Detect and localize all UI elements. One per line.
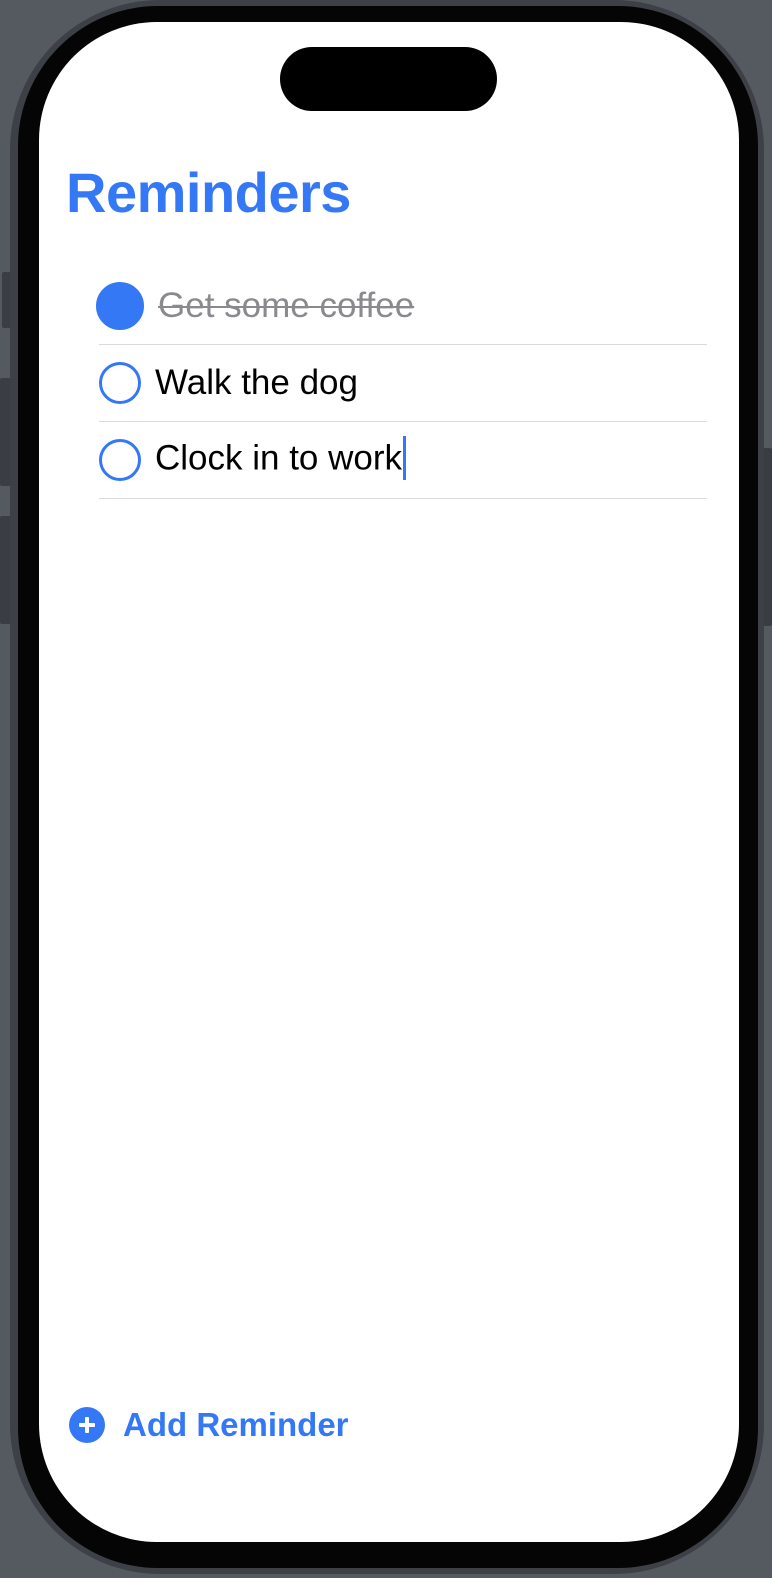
reminder-text[interactable]: Get some coffee bbox=[158, 286, 414, 326]
checkbox-unchecked-icon[interactable] bbox=[99, 362, 141, 404]
reminder-list: Get some coffee Walk the dog Clock in to… bbox=[96, 268, 707, 499]
add-reminder-label: Add Reminder bbox=[123, 1406, 349, 1443]
text-cursor bbox=[403, 436, 407, 480]
reminder-text-field[interactable]: Clock in to work bbox=[155, 436, 407, 482]
plus-circle-icon bbox=[69, 1407, 105, 1443]
add-reminder-button[interactable]: Add Reminder bbox=[69, 1406, 349, 1444]
reminder-row[interactable]: Get some coffee bbox=[96, 268, 707, 345]
reminder-row[interactable]: Clock in to work bbox=[99, 422, 707, 499]
checkbox-unchecked-icon[interactable] bbox=[99, 439, 141, 481]
reminder-text[interactable]: Walk the dog bbox=[155, 363, 358, 403]
screen: Reminders Get some coffee Walk the dog C… bbox=[39, 22, 739, 1542]
reminder-text-value: Clock in to work bbox=[155, 438, 403, 478]
reminder-row[interactable]: Walk the dog bbox=[99, 345, 707, 422]
checkbox-checked-icon[interactable] bbox=[96, 282, 144, 330]
dynamic-island bbox=[280, 47, 497, 111]
page-title: Reminders bbox=[66, 161, 351, 224]
